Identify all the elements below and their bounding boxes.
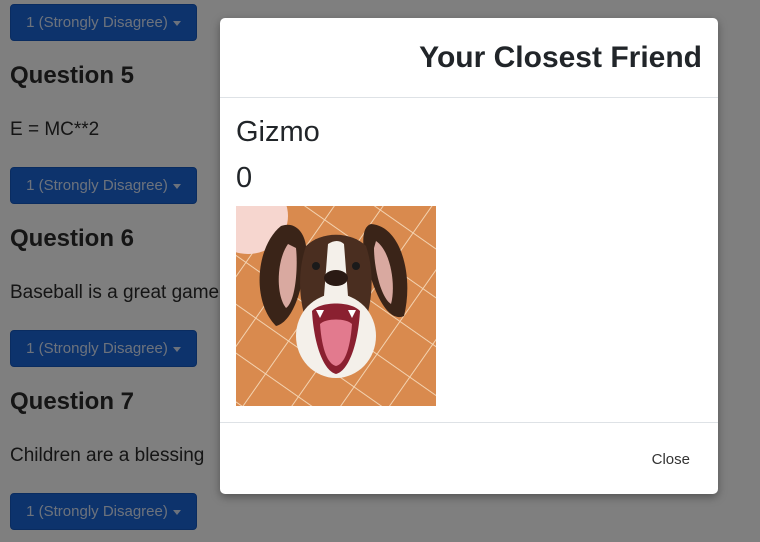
result-modal: Your Closest Friend Gizmo 0 Close xyxy=(220,18,718,494)
friend-name: Gizmo xyxy=(236,116,320,148)
modal-header: Your Closest Friend xyxy=(220,18,718,98)
close-button[interactable]: Close xyxy=(640,445,702,474)
modal-title: Your Closest Friend xyxy=(419,40,702,74)
friend-score: 0 xyxy=(236,162,253,194)
modal-body: Gizmo 0 xyxy=(220,98,718,423)
modal-footer: Close xyxy=(220,423,718,493)
dog-photo xyxy=(236,206,436,406)
